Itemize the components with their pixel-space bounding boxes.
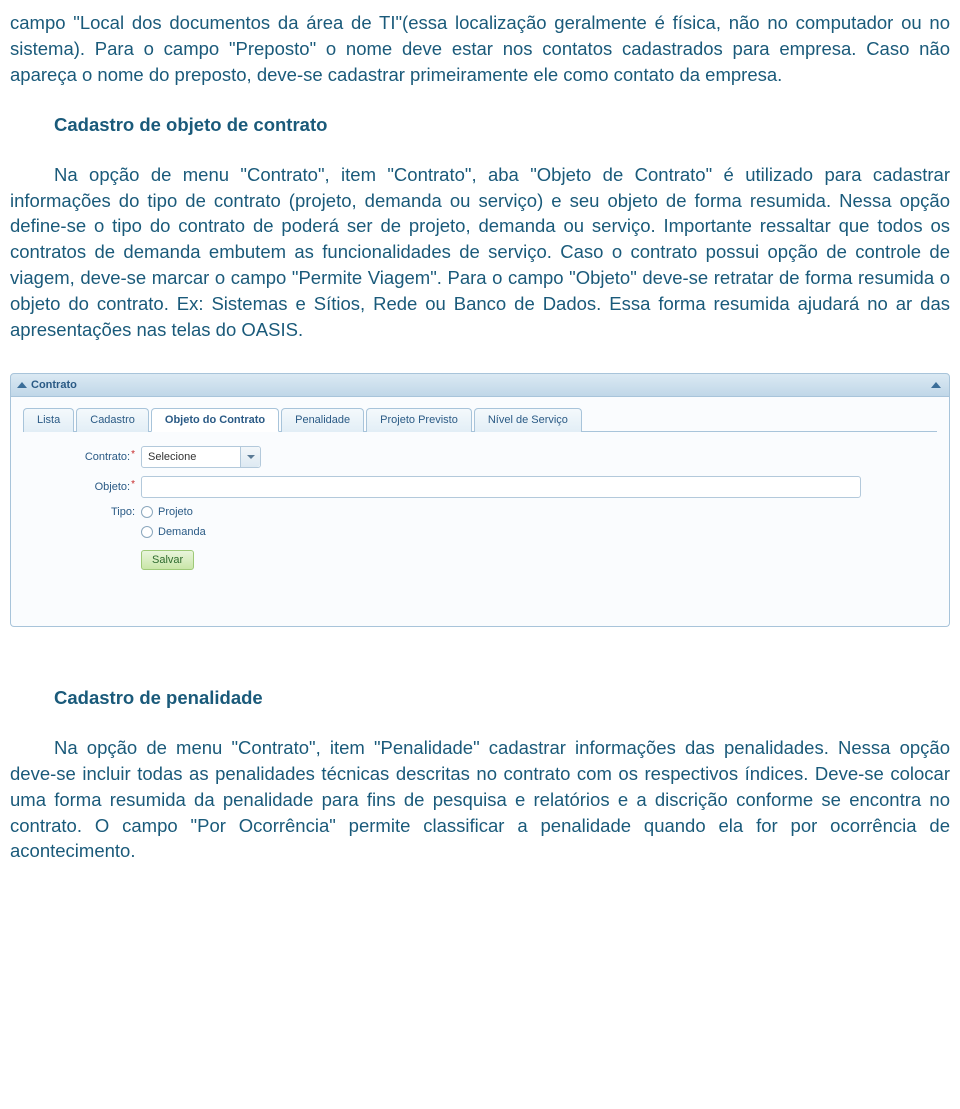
save-button[interactable]: Salvar: [141, 550, 194, 570]
tab-penalidade[interactable]: Penalidade: [281, 408, 364, 432]
label-tipo: Tipo:: [23, 506, 141, 518]
tab-cadastro[interactable]: Cadastro: [76, 408, 149, 432]
heading-cadastro-objeto: Cadastro de objeto de contrato: [54, 114, 950, 136]
panel-header[interactable]: Contrato: [10, 373, 950, 397]
row-objeto: Objeto:*: [23, 476, 937, 498]
collapse-icon-right: [931, 382, 941, 388]
label-objeto: Objeto:*: [23, 481, 141, 493]
radio-icon: [141, 506, 153, 518]
panel-body: Lista Cadastro Objeto do Contrato Penali…: [10, 397, 950, 627]
tab-objeto-contrato[interactable]: Objeto do Contrato: [151, 408, 279, 432]
radio-projeto-label: Projeto: [158, 506, 193, 518]
panel-title: Contrato: [31, 379, 77, 391]
tab-nivel-servico[interactable]: Nível de Serviço: [474, 408, 582, 432]
penalidade-paragraph: Na opção de menu "Contrato", item "Penal…: [10, 735, 950, 864]
radio-demanda-label: Demanda: [158, 526, 206, 538]
select-contrato-value: Selecione: [148, 451, 196, 463]
tab-projeto-previsto[interactable]: Projeto Previsto: [366, 408, 472, 432]
row-demanda: Demanda: [23, 526, 937, 538]
input-objeto[interactable]: [141, 476, 861, 498]
chevron-down-icon[interactable]: [240, 447, 260, 467]
objeto-paragraph: Na opção de menu "Contrato", item "Contr…: [10, 162, 950, 343]
heading-cadastro-penalidade: Cadastro de penalidade: [54, 687, 950, 709]
select-contrato[interactable]: Selecione: [141, 446, 261, 468]
radio-icon: [141, 526, 153, 538]
radio-projeto[interactable]: Projeto: [141, 506, 193, 518]
required-star: *: [131, 479, 135, 490]
label-contrato: Contrato:*: [23, 451, 141, 463]
tab-strip: Lista Cadastro Objeto do Contrato Penali…: [23, 407, 937, 432]
row-contrato: Contrato:* Selecione: [23, 446, 937, 468]
required-star: *: [131, 449, 135, 460]
row-tipo: Tipo: Projeto: [23, 506, 937, 518]
tab-lista[interactable]: Lista: [23, 408, 74, 432]
radio-demanda[interactable]: Demanda: [141, 526, 206, 538]
contrato-panel: Contrato Lista Cadastro Objeto do Contra…: [10, 373, 950, 627]
collapse-icon: [17, 382, 27, 388]
intro-paragraph: campo "Local dos documentos da área de T…: [10, 10, 950, 88]
